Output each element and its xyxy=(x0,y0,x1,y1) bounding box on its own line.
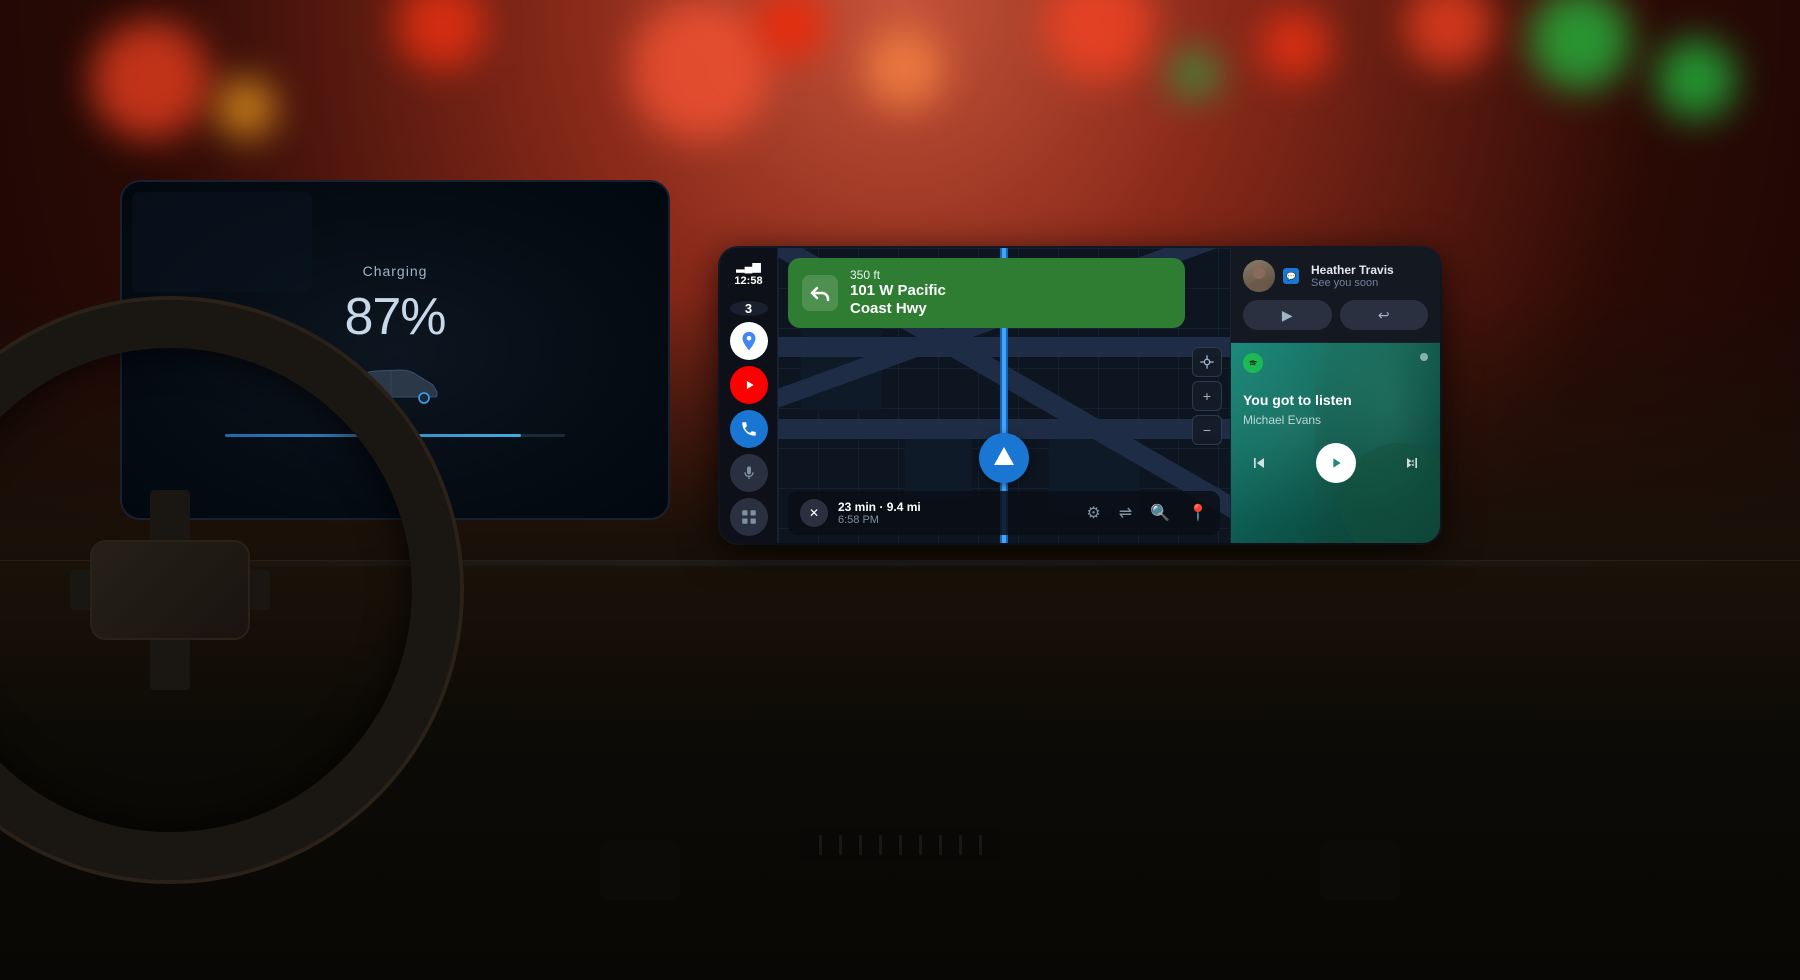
recenter-button[interactable] xyxy=(1192,347,1222,377)
steering-hub xyxy=(90,540,250,640)
maps-app-icon[interactable] xyxy=(730,322,768,360)
youtube-music-icon[interactable] xyxy=(730,366,768,404)
contact-avatar xyxy=(1243,260,1275,292)
close-navigation-button[interactable]: ✕ xyxy=(800,499,828,527)
steering-wheel-container xyxy=(0,300,580,980)
cluster-mini-map xyxy=(132,192,312,292)
map-area[interactable]: 350 ft 101 W Pacific Coast Hwy xyxy=(778,248,1230,543)
sms-icon: 💬 xyxy=(1283,268,1299,284)
charging-label: Charging xyxy=(363,263,428,279)
nav-street-line1: 101 W Pacific xyxy=(850,282,946,300)
navigation-banner: 350 ft 101 W Pacific Coast Hwy xyxy=(788,258,1185,328)
nav-distance: 350 ft xyxy=(850,268,946,282)
zoom-in-button[interactable]: + xyxy=(1192,381,1222,411)
avatar-image xyxy=(1243,260,1275,292)
play-pause-button[interactable] xyxy=(1316,443,1356,483)
message-preview: See you soon xyxy=(1311,277,1394,289)
vent-slot xyxy=(879,835,882,855)
zoom-out-button[interactable]: − xyxy=(1192,415,1222,445)
speaker-grille-right xyxy=(1320,840,1400,900)
turn-number-badge: 3 xyxy=(730,301,768,316)
message-header: 💬 Heather Travis See you soon xyxy=(1243,260,1428,292)
map-toolbar: ⚙ ⇌ 🔍 📍 xyxy=(1086,503,1208,523)
nav-street-line2: Coast Hwy xyxy=(850,300,946,318)
apps-grid-icon[interactable] xyxy=(730,498,768,536)
vent-slot xyxy=(919,835,922,855)
contact-name: Heather Travis xyxy=(1311,263,1394,277)
turn-direction-icon xyxy=(802,275,838,311)
time-display: 12:58 xyxy=(734,275,762,287)
next-track-button[interactable] xyxy=(1396,447,1428,479)
vent-slot xyxy=(839,835,842,855)
vent-slot xyxy=(959,835,962,855)
settings-icon[interactable]: ⚙ xyxy=(1086,503,1100,523)
vent-slot xyxy=(859,835,862,855)
vent-slot xyxy=(899,835,902,855)
arrow-icon xyxy=(994,447,1014,465)
android-auto-display: ▂▄▆ 12:58 3 xyxy=(720,248,1440,543)
eta-arrival-time: 6:58 PM xyxy=(838,514,921,526)
message-notification-card: 💬 Heather Travis See you soon ▶ ↩ xyxy=(1231,248,1440,343)
routes-icon[interactable]: ⇌ xyxy=(1119,503,1132,523)
status-bar: ▂▄▆ 12:58 xyxy=(734,260,762,287)
eta-duration: 23 min · 9.4 mi xyxy=(838,500,921,514)
play-message-button[interactable]: ▶ xyxy=(1243,300,1332,330)
microphone-icon[interactable] xyxy=(730,454,768,492)
track-title: You got to listen xyxy=(1243,391,1428,409)
previous-track-button[interactable] xyxy=(1243,447,1275,479)
steering-wheel xyxy=(0,300,460,880)
app-sidebar: ▂▄▆ 12:58 3 xyxy=(720,248,778,543)
navigation-arrow xyxy=(979,433,1029,483)
navigation-eta-bar: ✕ 23 min · 9.4 mi 6:58 PM ⚙ ⇌ 🔍 📍 xyxy=(788,491,1220,535)
background-scene: Charging 87% ▂▄▆ 12:58 xyxy=(0,0,1800,980)
message-actions: ▶ ↩ xyxy=(1243,300,1428,330)
music-indicator-dot xyxy=(1420,353,1428,361)
speaker-grille-left xyxy=(600,840,680,900)
reply-message-button[interactable]: ↩ xyxy=(1340,300,1429,330)
spotify-icon xyxy=(1243,353,1263,373)
pin-icon[interactable]: 📍 xyxy=(1188,503,1208,523)
music-controls xyxy=(1243,443,1428,483)
vent-slot xyxy=(979,835,982,855)
music-player-card: You got to listen Michael Evans xyxy=(1231,343,1440,543)
search-icon[interactable]: 🔍 xyxy=(1150,503,1170,523)
phone-app-icon[interactable] xyxy=(730,410,768,448)
vent-slot xyxy=(819,835,822,855)
air-vent xyxy=(800,830,1000,860)
right-panel: 💬 Heather Travis See you soon ▶ ↩ xyxy=(1230,248,1440,543)
signal-icon: ▂▄▆ xyxy=(736,260,761,273)
vent-slot xyxy=(939,835,942,855)
artist-name: Michael Evans xyxy=(1243,413,1428,427)
map-controls: + − xyxy=(1192,347,1222,445)
